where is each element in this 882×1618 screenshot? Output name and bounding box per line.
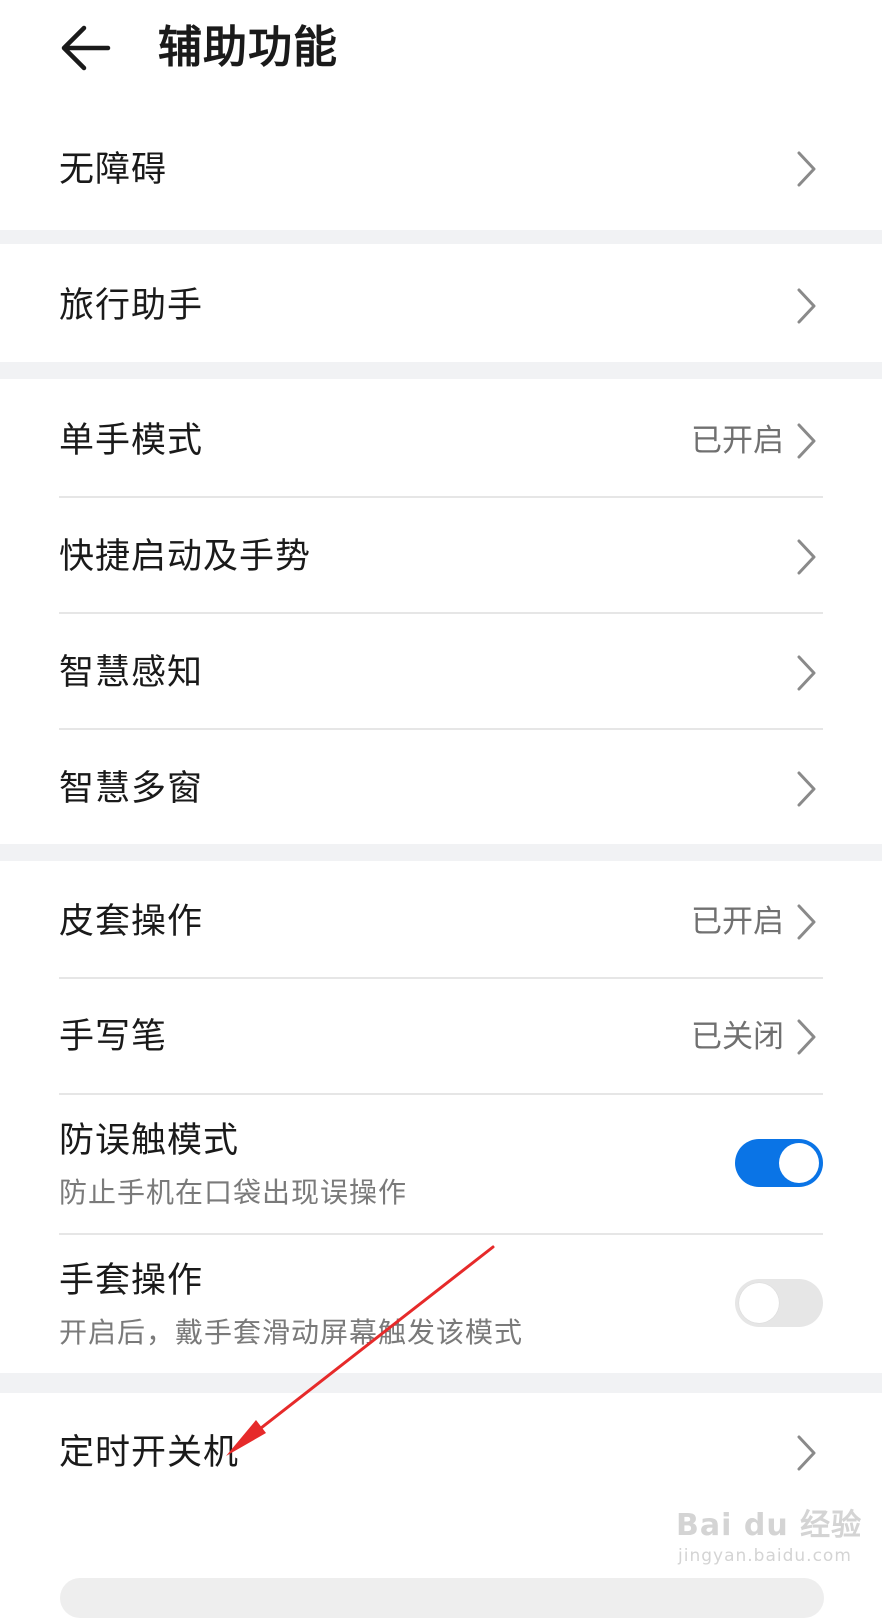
- glove-mode-toggle[interactable]: [735, 1279, 823, 1327]
- back-button[interactable]: [60, 20, 120, 76]
- baidu-watermark: Bai du 经验 jingyan.baidu.com: [676, 1500, 866, 1580]
- settings-item-one-hand-mode[interactable]: 单手模式 已开启: [0, 379, 882, 497]
- settings-item-pocket-mode: 防误触模式 防止手机在口袋出现误操作: [0, 1095, 882, 1233]
- settings-item-smart-multiwindow[interactable]: 智慧多窗: [0, 730, 882, 844]
- settings-item-cover-operation[interactable]: 皮套操作 已开启: [0, 861, 882, 977]
- section-gap: [0, 1373, 882, 1393]
- settings-item-label: 手写笔: [59, 1017, 168, 1057]
- pocket-mode-toggle[interactable]: [735, 1139, 823, 1187]
- settings-item-label: 定时开关机: [59, 1433, 240, 1473]
- settings-item-subtitle: 开启后，戴手套滑动屏幕触发该模式: [59, 1316, 524, 1349]
- settings-item-subtitle: 防止手机在口袋出现误操作: [59, 1176, 408, 1209]
- chevron-right-icon: [797, 771, 816, 807]
- settings-item-label: 单手模式: [59, 421, 204, 461]
- settings-item-shortcuts-gestures[interactable]: 快捷启动及手势: [0, 498, 882, 612]
- chevron-right-icon: [797, 904, 816, 940]
- settings-item-label: 智慧多窗: [59, 769, 204, 809]
- chevron-right-icon: [797, 539, 816, 575]
- settings-item-label: 手套操作: [59, 1261, 204, 1301]
- chevron-right-icon: [797, 288, 816, 324]
- settings-item-label: 皮套操作: [59, 902, 204, 942]
- bottom-card: [60, 1578, 824, 1618]
- chevron-right-icon: [797, 151, 816, 187]
- settings-item-smart-awareness[interactable]: 智慧感知: [0, 614, 882, 728]
- section-gap: [0, 230, 882, 244]
- section-gap: [0, 844, 882, 861]
- toggle-knob: [739, 1283, 779, 1323]
- settings-item-label: 旅行助手: [59, 286, 204, 326]
- chevron-right-icon: [797, 655, 816, 691]
- settings-item-label: 智慧感知: [59, 653, 204, 693]
- watermark-url: jingyan.baidu.com: [678, 1546, 852, 1566]
- status-text: 已开启: [691, 904, 784, 940]
- arrow-left-icon: [61, 25, 111, 71]
- settings-item-glove-mode: 手套操作 开启后，戴手套滑动屏幕触发该模式: [0, 1235, 882, 1373]
- settings-item-label: 快捷启动及手势: [59, 537, 312, 577]
- status-text: 已关闭: [691, 1019, 784, 1055]
- chevron-right-icon: [797, 1435, 816, 1471]
- toggle-knob: [779, 1143, 819, 1183]
- page-title: 辅助功能: [158, 22, 338, 73]
- chevron-right-icon: [797, 423, 816, 459]
- status-text: 已开启: [691, 423, 784, 459]
- watermark-logo: Bai du 经验: [676, 1508, 863, 1543]
- settings-item-travel-assistant[interactable]: 旅行助手: [0, 244, 882, 362]
- settings-item-label: 无障碍: [59, 150, 168, 190]
- settings-item-stylus[interactable]: 手写笔 已关闭: [0, 979, 882, 1093]
- section-gap: [0, 362, 882, 379]
- settings-item-scheduled-power[interactable]: 定时开关机: [0, 1393, 882, 1513]
- header: 辅助功能: [0, 0, 882, 100]
- chevron-right-icon: [797, 1019, 816, 1055]
- settings-item-label: 防误触模式: [59, 1121, 240, 1161]
- settings-item-accessibility[interactable]: 无障碍: [0, 105, 882, 230]
